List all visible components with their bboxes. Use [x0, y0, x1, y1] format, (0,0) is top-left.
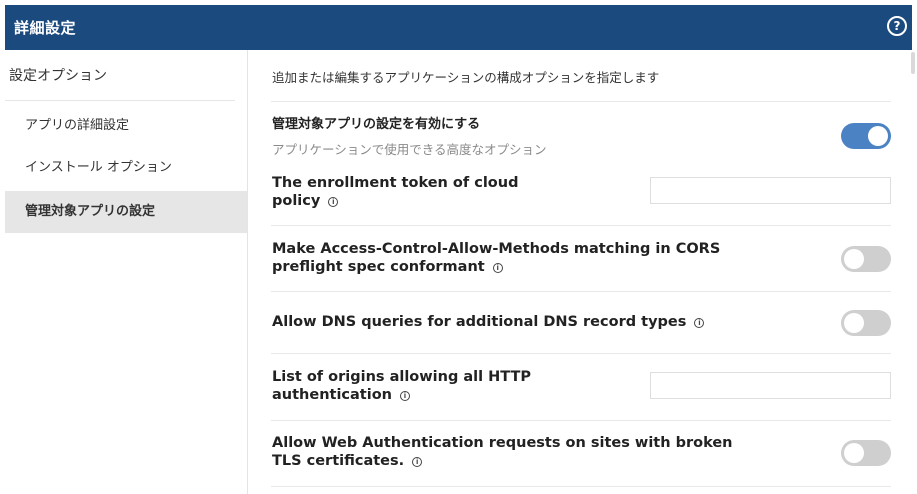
setting-title-line1: The enrollment token of cloud — [272, 175, 519, 191]
sidebar-item-managed-app-settings[interactable]: 管理対象アプリの設定 — [5, 191, 247, 233]
toggle-dns-queries[interactable] — [841, 310, 891, 336]
info-icon[interactable]: i — [400, 391, 410, 401]
setting-title-cors-preflight: Make Access-Control-Allow-Methods matchi… — [272, 240, 720, 276]
divider — [271, 101, 891, 102]
divider — [271, 291, 891, 292]
setting-title-text: Allow DNS queries for additional DNS rec… — [272, 314, 687, 330]
toggle-knob — [844, 249, 864, 269]
setting-title-line2: preflight spec conformant — [272, 259, 485, 275]
setting-title-line1: Allow Web Authentication requests on sit… — [272, 435, 733, 451]
setting-title-dns-queries: Allow DNS queries for additional DNS rec… — [272, 313, 705, 331]
toggle-enable-managed-config[interactable] — [841, 123, 891, 149]
setting-title-http-auth-origins: List of origins allowing all HTTP authen… — [272, 368, 531, 404]
sidebar-heading: 設定オプション — [9, 68, 107, 84]
http-auth-origins-input[interactable] — [650, 372, 891, 399]
setting-title-enrollment-token: The enrollment token of cloud policy i — [272, 174, 518, 210]
divider — [271, 420, 891, 421]
setting-subtitle: アプリケーションで使用できる高度なオプション — [272, 142, 547, 157]
scrollbar[interactable] — [911, 52, 915, 74]
divider — [271, 225, 891, 226]
info-icon[interactable]: i — [694, 318, 705, 328]
sidebar-item-app-details[interactable]: アプリの詳細設定 — [5, 105, 247, 147]
info-icon[interactable]: i — [412, 457, 423, 467]
setting-title-line1: List of origins allowing all HTTP — [272, 369, 532, 385]
setting-title-enable-managed-config: 管理対象アプリの設定を有効にする — [272, 117, 481, 132]
sidebar: 設定オプション アプリの詳細設定 インストール オプション 管理対象アプリの設定 — [5, 50, 248, 494]
setting-title-line1: Make Access-Control-Allow-Methods matchi… — [272, 241, 721, 257]
sidebar-divider — [5, 100, 235, 101]
divider — [271, 353, 891, 354]
info-icon[interactable]: i — [328, 197, 339, 207]
setting-title-web-auth-broken-tls: Allow Web Authentication requests on sit… — [272, 434, 733, 470]
page-title: 詳細設定 — [14, 19, 77, 37]
main-description: 追加または編集するアプリケーションの構成オプションを指定します — [272, 70, 660, 85]
setting-title-line2: TLS certificates. — [272, 453, 405, 469]
sidebar-item-install-options[interactable]: インストール オプション — [5, 147, 247, 189]
toggle-knob — [844, 443, 864, 463]
info-icon[interactable]: i — [492, 263, 503, 273]
toggle-web-auth-broken-tls[interactable] — [841, 440, 891, 466]
toggle-knob — [844, 313, 864, 333]
setting-title-line2: policy — [272, 193, 321, 209]
divider — [271, 486, 891, 487]
top-header-bar: 詳細設定 ? — [5, 5, 912, 50]
toggle-knob — [868, 126, 888, 146]
setting-title-line2: authentication — [272, 387, 392, 403]
main-content: 追加または編集するアプリケーションの構成オプションを指定します 管理対象アプリの… — [248, 50, 917, 494]
enrollment-token-input[interactable] — [650, 177, 891, 204]
help-question-icon[interactable]: ? — [887, 16, 907, 36]
toggle-cors-preflight[interactable] — [841, 246, 891, 272]
